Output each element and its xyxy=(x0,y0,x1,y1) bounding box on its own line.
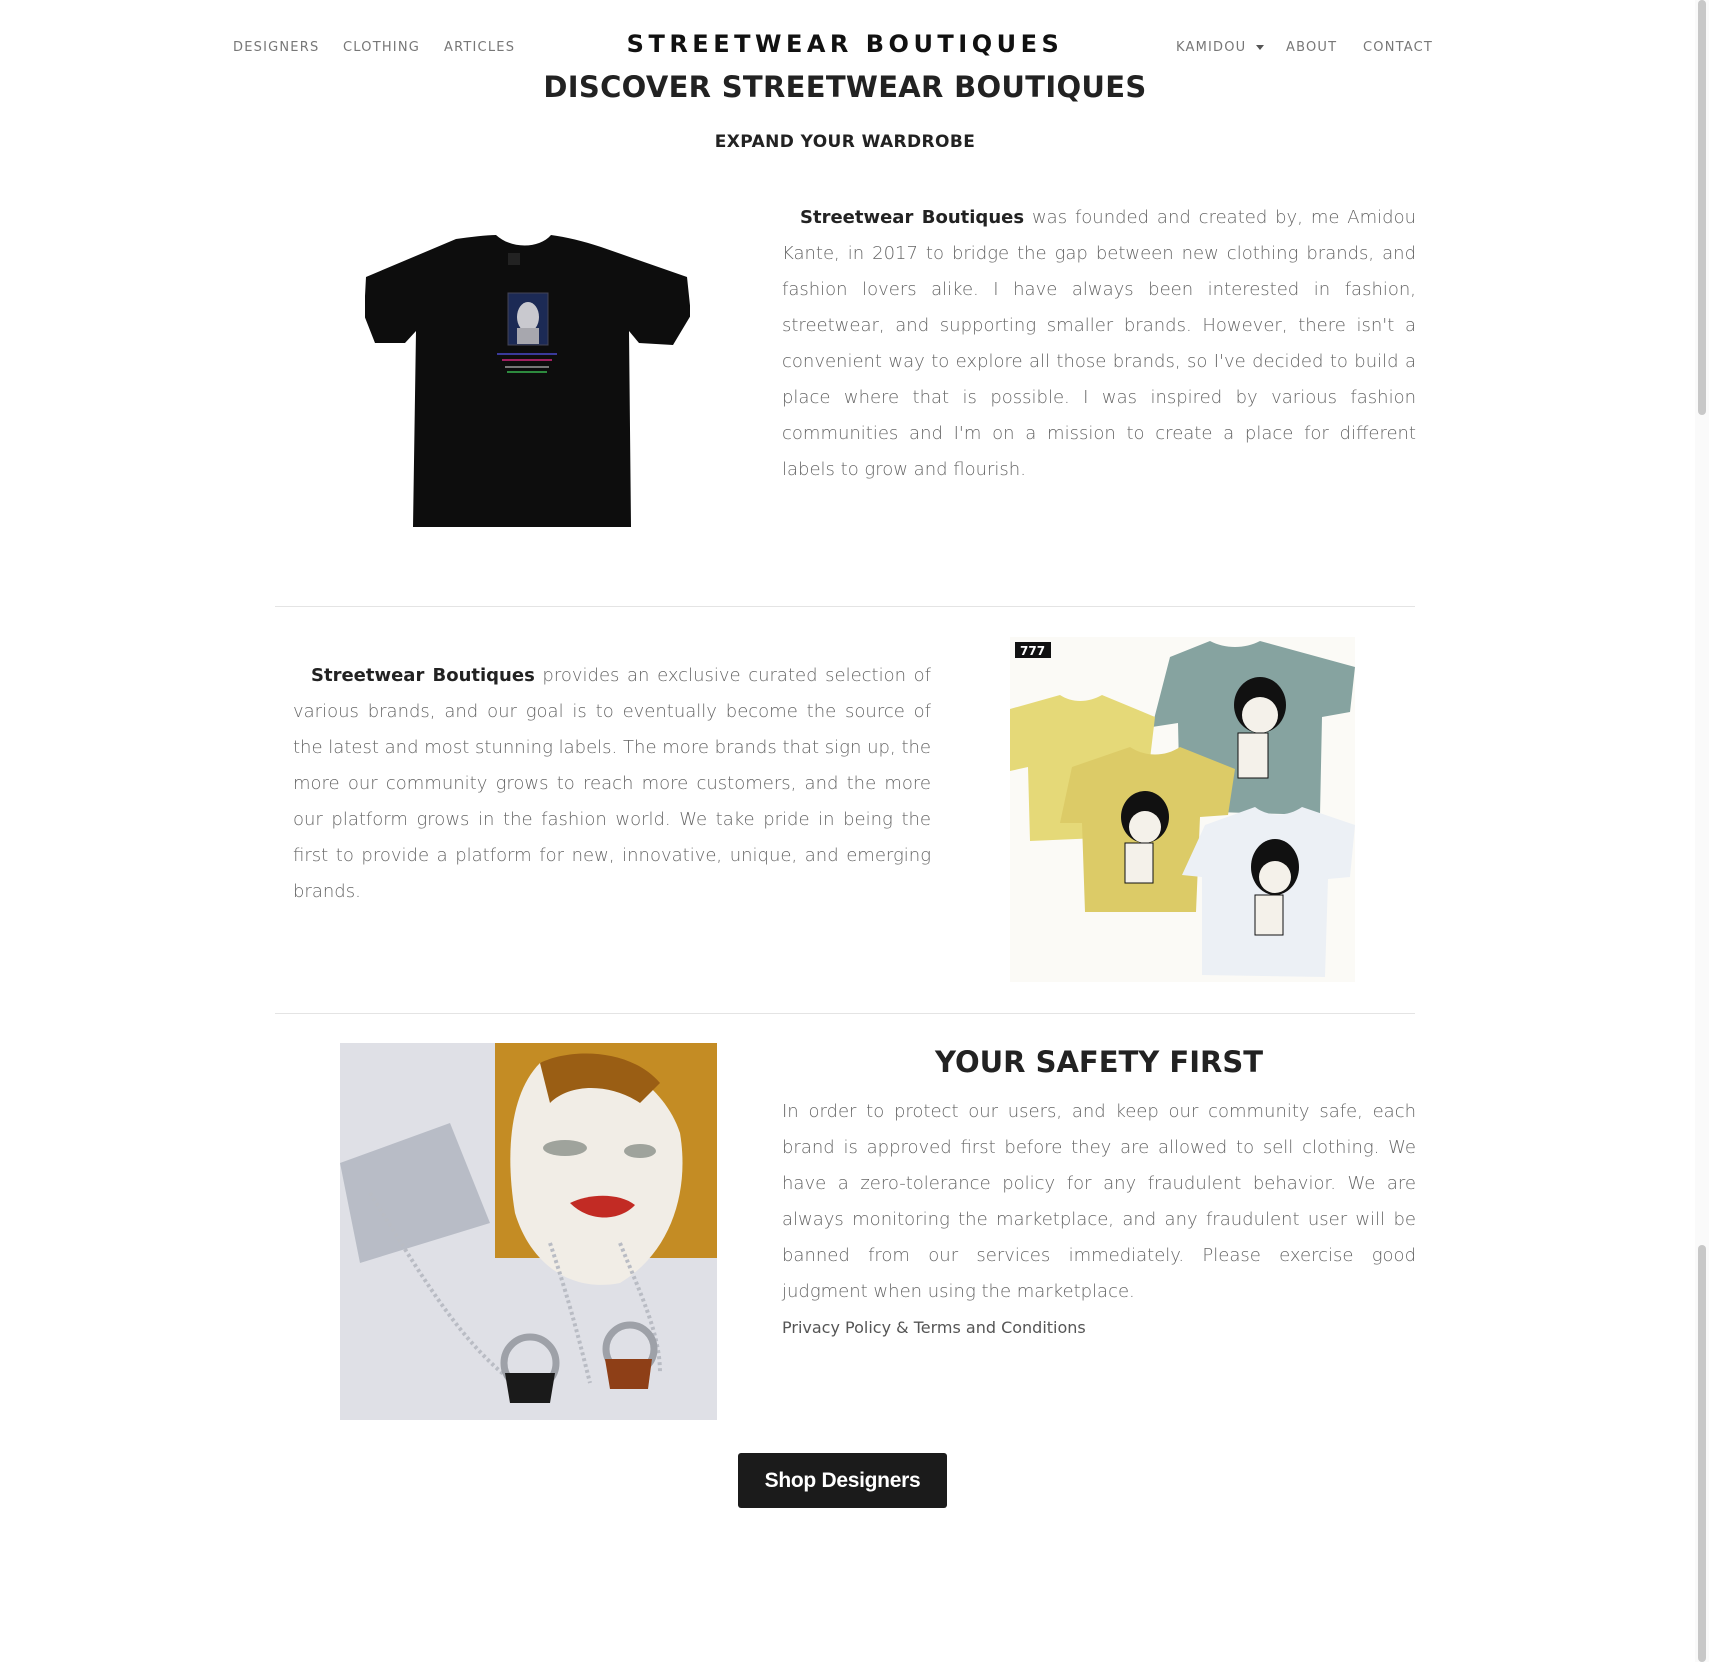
safety-paragraph: In order to protect our users, and keep … xyxy=(782,1101,1416,1302)
selection-paragraph: Streetwear Boutiques provides an exclusi… xyxy=(293,658,931,910)
safety-title: YOUR SAFETY FIRST xyxy=(934,1045,1264,1079)
page-subtitle: EXPAND YOUR WARDROBE xyxy=(714,132,976,152)
brand-name-bold: Streetwear Boutiques xyxy=(800,207,1025,228)
section-divider xyxy=(275,1013,1415,1014)
scrollbar-thumb-secondary[interactable] xyxy=(1698,1245,1706,1662)
brand-tag-label: 777 xyxy=(1020,644,1045,658)
privacy-policy-link[interactable]: Privacy Policy & Terms and Conditions xyxy=(782,1318,1086,1337)
black-tshirt-image xyxy=(365,235,690,535)
caret-down-icon xyxy=(1256,45,1265,50)
nav-about[interactable]: ABOUT xyxy=(1286,40,1337,55)
tshirts-collage-image: 777 xyxy=(1010,637,1355,982)
selection-text: provides an exclusive curated selection … xyxy=(293,665,932,902)
section-divider xyxy=(275,606,1415,607)
about-paragraph: Streetwear Boutiques was founded and cre… xyxy=(782,200,1416,488)
shop-designers-button[interactable]: Shop Designers xyxy=(738,1453,947,1508)
site-brand[interactable]: STREETWEAR BOUTIQUES xyxy=(0,30,1690,58)
nav-contact[interactable]: CONTACT xyxy=(1363,40,1433,55)
scrollbar[interactable] xyxy=(1695,0,1709,1662)
page-title: DISCOVER STREETWEAR BOUTIQUES xyxy=(543,70,1147,104)
user-menu[interactable]: KAMIDOU xyxy=(1176,40,1265,55)
about-text: was founded and created by, me Amidou Ka… xyxy=(782,207,1417,480)
necklace-artwork-image xyxy=(340,1043,717,1420)
brand-name-bold: Streetwear Boutiques xyxy=(311,665,535,686)
user-menu-label: KAMIDOU xyxy=(1176,40,1247,55)
scrollbar-thumb[interactable] xyxy=(1698,0,1706,415)
